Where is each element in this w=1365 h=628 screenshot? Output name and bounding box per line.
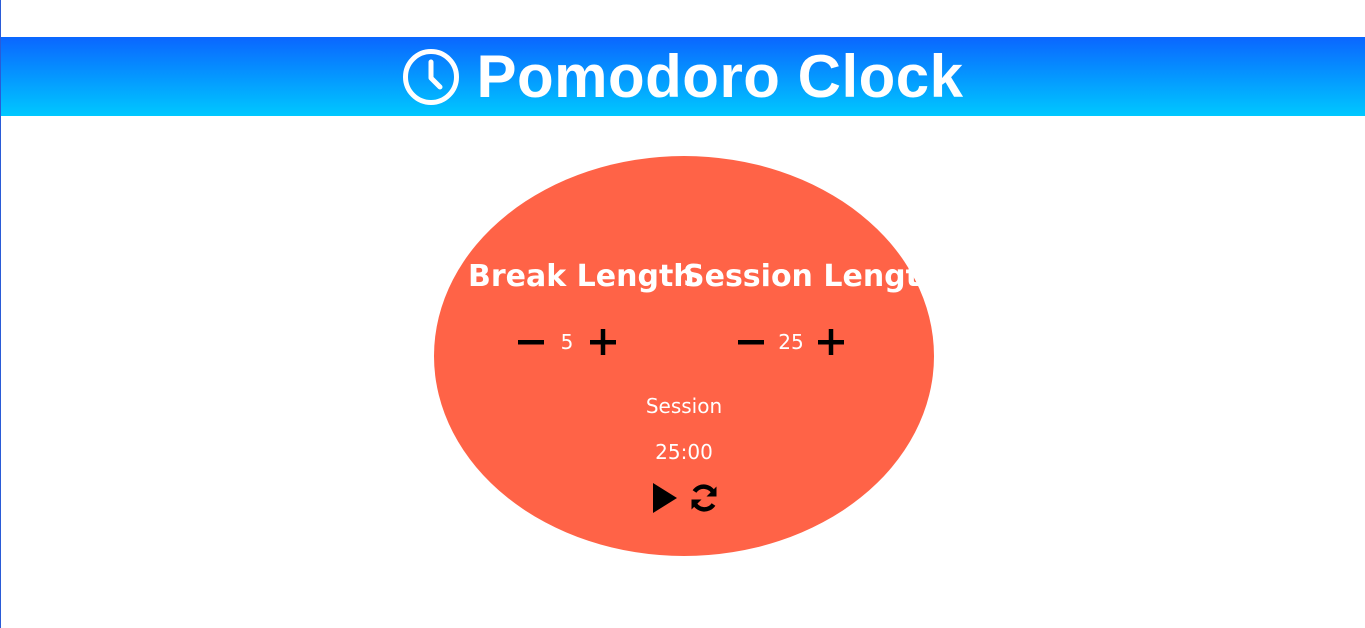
session-increment-button[interactable] [815, 326, 847, 358]
plus-icon [818, 329, 844, 355]
session-controls: 25 [735, 326, 847, 358]
break-length-value: 5 [560, 330, 574, 354]
timer-status-label: Session [645, 394, 723, 418]
page: Pomodoro Clock Break Length 5 Session Le… [0, 0, 1365, 628]
timer-controls [434, 482, 934, 514]
minus-icon [738, 340, 764, 345]
page-title: Pomodoro Clock [476, 42, 964, 110]
refresh-icon [691, 484, 717, 512]
app-header: Pomodoro Clock [1, 37, 1365, 116]
session-length-value: 25 [778, 330, 804, 354]
break-decrement-button[interactable] [515, 326, 547, 358]
break-controls: 5 [515, 326, 619, 358]
break-length-block: Break Length [468, 259, 695, 294]
minus-icon [518, 340, 544, 345]
title-wrap: Pomodoro Clock [402, 42, 964, 110]
play-button[interactable] [648, 482, 680, 514]
timer-display: 25:00 [655, 440, 713, 464]
play-icon [653, 483, 677, 513]
session-length-block: Session Length [683, 259, 942, 294]
break-increment-button[interactable] [587, 326, 619, 358]
session-length-label: Session Length [683, 259, 942, 294]
session-decrement-button[interactable] [735, 326, 767, 358]
clock-icon [402, 48, 460, 106]
plus-icon [590, 329, 616, 355]
break-length-label: Break Length [468, 259, 695, 294]
reset-button[interactable] [688, 482, 720, 514]
